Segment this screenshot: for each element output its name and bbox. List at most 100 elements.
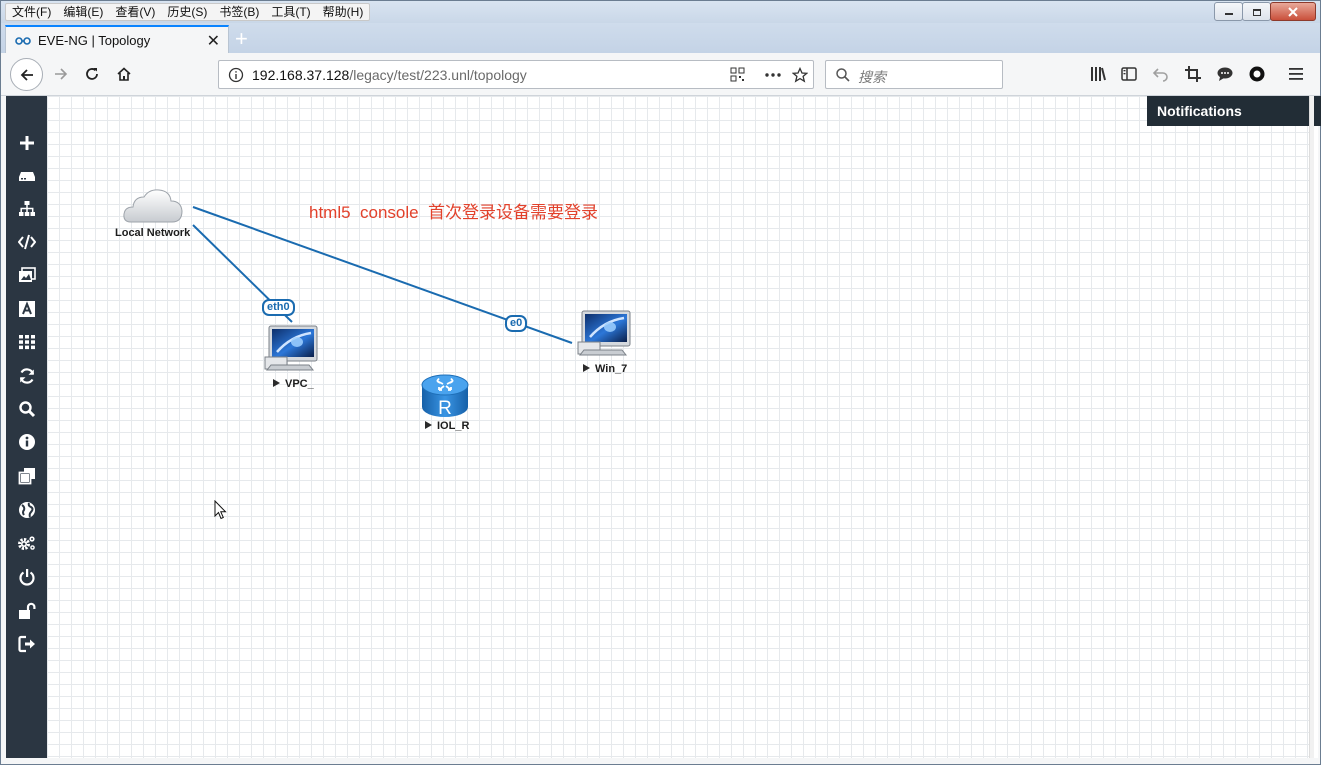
reload-icon <box>86 68 98 80</box>
topology-links <box>192 206 573 344</box>
plus-icon <box>20 136 34 150</box>
window-close-button[interactable] <box>1270 2 1316 21</box>
tab-close-icon[interactable]: ✕ <box>207 31 220 51</box>
win7-node-icon[interactable] <box>576 309 634 357</box>
back-button[interactable] <box>10 58 43 91</box>
qr-code-icon[interactable] <box>730 67 745 82</box>
hamburger-menu-icon[interactable] <box>1287 65 1305 83</box>
nodes-button[interactable] <box>17 166 37 186</box>
copy-icon <box>18 468 35 485</box>
menu-file[interactable]: 文件(F) <box>6 4 57 20</box>
text-annotation[interactable]: html5 console 首次登录设备需要登录 <box>309 198 598 223</box>
cloud-node-icon[interactable] <box>121 186 185 226</box>
url-text: 192.168.37.128/legacy/test/223.unl/topol… <box>252 67 527 83</box>
menu-list: 文件(F) 编辑(E) 查看(V) 历史(S) 书签(B) 工具(T) 帮助(H… <box>5 3 371 21</box>
win7-name: Win_7 <box>595 363 628 375</box>
reload-button[interactable] <box>81 63 103 85</box>
html-console-button[interactable] <box>17 500 37 520</box>
router-node-icon[interactable]: R <box>419 373 471 419</box>
browser-window: 文件(F) 编辑(E) 查看(V) 历史(S) 书签(B) 工具(T) 帮助(H… <box>0 0 1321 765</box>
notifications-panel: Notifications ✖ <box>1147 96 1321 126</box>
search-placeholder: 搜索 <box>858 69 886 85</box>
notifications-title: Notifications <box>1157 103 1242 119</box>
status-button[interactable] <box>17 432 37 452</box>
eve-sidebar <box>6 96 47 758</box>
url-bar[interactable]: 192.168.37.128/legacy/test/223.unl/topol… <box>218 60 814 89</box>
forward-button[interactable] <box>50 63 72 85</box>
search-icon <box>19 401 36 418</box>
menu-bookmarks[interactable]: 书签(B) <box>213 4 265 20</box>
library-icon[interactable] <box>1089 65 1107 83</box>
node-label-cloud: Local Network <box>115 227 191 239</box>
code-icon <box>18 234 36 250</box>
menu-history[interactable]: 历史(S) <box>161 4 213 20</box>
startup-configs-button[interactable] <box>17 232 37 252</box>
bookmark-star-icon[interactable] <box>792 67 808 83</box>
navigation-bar: 192.168.37.128/legacy/test/223.unl/topol… <box>1 53 1320 96</box>
router-name: IOL_R <box>437 420 470 432</box>
url-host: 192.168.37.128 <box>252 67 350 83</box>
tab-eve-ng[interactable]: EVE-NG | Topology ✕ <box>5 25 229 53</box>
restore-button[interactable] <box>1242 2 1271 21</box>
node-label-router[interactable]: IOL_R <box>425 420 469 432</box>
pictures-button[interactable] <box>17 265 37 285</box>
play-icon <box>425 421 432 430</box>
lock-lab-button[interactable] <box>17 601 37 621</box>
interface-label-e0: e0 <box>505 315 528 332</box>
arrow-left-icon <box>20 68 33 81</box>
node-label-vpc[interactable]: VPC_ <box>273 378 314 390</box>
vpc-name: VPC_ <box>285 378 314 390</box>
menu-view[interactable]: 查看(V) <box>109 4 161 20</box>
canvas-scrollbar[interactable] <box>1309 96 1314 758</box>
undo-close-tab-icon[interactable] <box>1152 65 1170 83</box>
arrow-right-icon <box>55 68 68 80</box>
lab-details-button[interactable] <box>17 332 37 352</box>
interface-label-eth0: eth0 <box>262 299 295 316</box>
menu-help[interactable]: 帮助(H) <box>317 4 370 20</box>
info-icon[interactable] <box>228 67 244 83</box>
search-field[interactable]: 搜索 <box>825 60 1003 89</box>
power-icon <box>19 569 35 586</box>
tab-strip: EVE-NG | Topology ✕ + <box>1 23 1320 53</box>
sidebar-toggle-icon[interactable] <box>1120 65 1138 83</box>
add-object-button[interactable] <box>17 133 37 153</box>
refresh-icon <box>19 368 35 384</box>
router-letter: R <box>438 398 452 419</box>
minimize-button[interactable] <box>1214 2 1243 21</box>
close-lab-button[interactable] <box>17 567 37 587</box>
networks-button[interactable] <box>17 199 37 219</box>
text-button[interactable] <box>17 299 37 319</box>
more-actions-icon[interactable] <box>764 67 782 82</box>
settings-button[interactable] <box>17 533 37 553</box>
tab-title: EVE-NG | Topology <box>38 33 151 48</box>
menu-tools[interactable]: 工具(T) <box>265 4 316 20</box>
sitemap-icon <box>19 201 35 216</box>
topology-canvas[interactable]: Local Network html5 console 首次登录设备需要登录 e… <box>47 96 1321 758</box>
logout-icon <box>18 635 35 653</box>
lab-list-button[interactable] <box>17 466 37 486</box>
zoom-button[interactable] <box>17 399 37 419</box>
crop-screenshot-icon[interactable] <box>1184 65 1202 83</box>
extension-circle-icon[interactable] <box>1248 65 1266 83</box>
restore-icon <box>1252 8 1261 16</box>
refresh-topology-button[interactable] <box>17 366 37 386</box>
text-icon <box>19 301 35 317</box>
chat-bubble-icon[interactable] <box>1216 65 1234 83</box>
play-icon <box>273 379 280 388</box>
new-tab-button[interactable]: + <box>235 26 248 52</box>
home-button[interactable] <box>113 63 135 85</box>
search-icon <box>836 68 850 82</box>
minimize-icon <box>1224 12 1233 15</box>
menu-bar: 文件(F) 编辑(E) 查看(V) 历史(S) 书签(B) 工具(T) 帮助(H… <box>1 1 1320 23</box>
eve-ng-favicon-icon <box>15 37 31 45</box>
mouse-cursor-icon <box>214 500 227 520</box>
info-icon <box>19 434 35 450</box>
logout-button[interactable] <box>17 634 37 654</box>
server-icon <box>19 172 35 181</box>
vpc-node-icon[interactable] <box>263 324 321 372</box>
menu-edit[interactable]: 编辑(E) <box>57 4 109 20</box>
node-label-win7[interactable]: Win_7 <box>583 363 627 375</box>
globe-icon <box>19 502 35 518</box>
play-icon <box>583 364 590 373</box>
url-path: /legacy/test/223.unl/topology <box>349 67 527 83</box>
